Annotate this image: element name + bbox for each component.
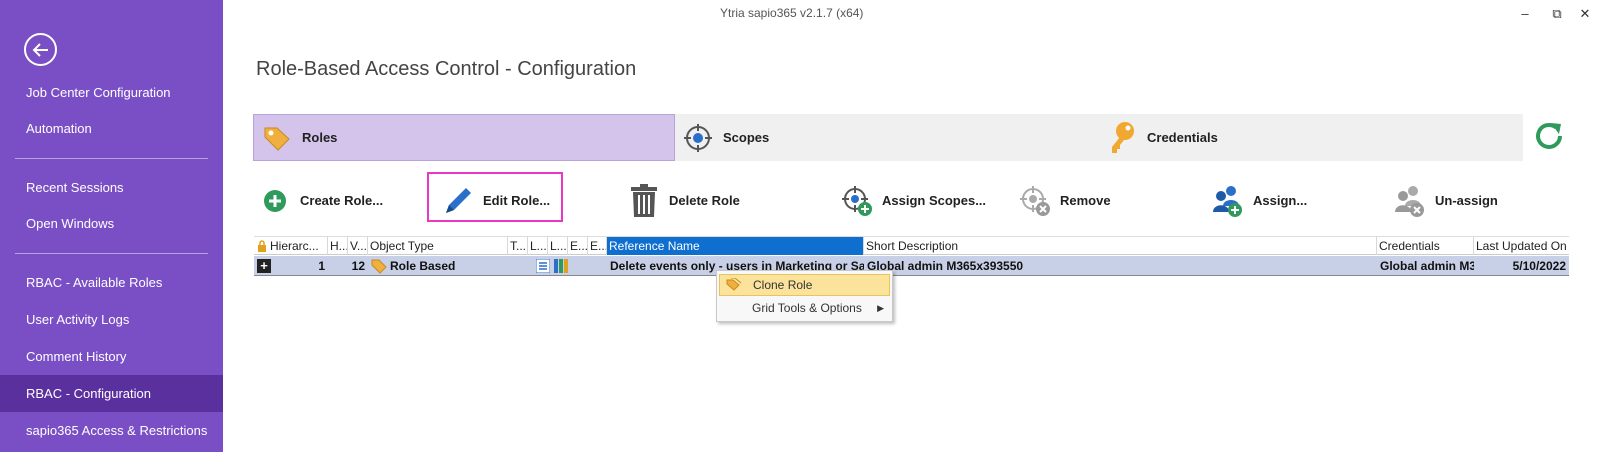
create-role-label: Create Role... [300, 193, 384, 208]
unassign-label: Un-assign [1435, 193, 1498, 208]
column-header-reference-name[interactable]: Reference Name [607, 237, 864, 255]
key-icon [1107, 121, 1137, 153]
restore-button[interactable]: ⧉ [1547, 4, 1567, 24]
window-title: Ytria sapio365 v2.1.7 (x64) [720, 6, 864, 20]
crosshair-remove-icon [1018, 184, 1052, 218]
sidebar-item-open-windows[interactable]: Open Windows [0, 205, 223, 242]
users-add-icon [1211, 184, 1245, 218]
edit-role-button[interactable]: Edit Role... [441, 178, 550, 223]
table-row[interactable]: + 1 12 Role Based Delete events only - u… [254, 256, 1569, 276]
pencil-icon [441, 184, 475, 218]
context-menu: Clone Role Grid Tools & Options ▶ [716, 270, 893, 322]
expand-button[interactable]: + [257, 259, 271, 273]
tag-icon [371, 258, 387, 277]
tab-label: Roles [302, 130, 338, 145]
cell-short-description: Global admin M365x393550 [867, 259, 1024, 273]
close-button[interactable]: ✕ [1575, 4, 1595, 24]
delete-role-label: Delete Role [669, 193, 740, 208]
assign-scopes-label: Assign Scopes... [882, 193, 987, 208]
remove-label: Remove [1060, 193, 1111, 208]
cell-credentials: Global admin M3 [1380, 259, 1474, 273]
assign-scopes-button[interactable]: Assign Scopes... [840, 178, 986, 223]
column-header-l1[interactable]: L... [528, 237, 548, 255]
column-header-short-description[interactable]: Short Description [864, 237, 1377, 255]
tab-label: Credentials [1147, 130, 1218, 145]
sidebar-item-comment-history[interactable]: Comment History [0, 338, 223, 375]
menu-item-clone-role[interactable]: Clone Role [719, 274, 890, 296]
sidebar-item-recent-sessions[interactable]: Recent Sessions [0, 169, 223, 206]
sidebar: Job Center Configuration Automation Rece… [0, 0, 223, 452]
plus-circle-icon [258, 184, 292, 218]
trash-icon [627, 183, 661, 218]
page-title: Role-Based Access Control - Configuratio… [256, 58, 637, 80]
cell-v: 12 [351, 259, 365, 273]
tab-credentials[interactable]: Credentials [1099, 114, 1523, 161]
column-header-last-updated[interactable]: Last Updated On [1474, 237, 1569, 255]
tag-icon [262, 123, 292, 153]
crosshair-add-icon [840, 184, 874, 218]
menu-item-label: Grid Tools & Options [752, 301, 862, 315]
edit-role-label: Edit Role... [483, 193, 551, 208]
cell-object-type: Role Based [390, 259, 456, 273]
delete-role-button[interactable]: Delete Role [627, 178, 740, 223]
column-header-e1[interactable]: E... [568, 237, 588, 255]
create-role-button[interactable]: Create Role... [258, 178, 383, 223]
tab-roles[interactable]: Roles [253, 114, 675, 161]
assign-label: Assign... [1253, 193, 1308, 208]
column-header-h[interactable]: H... [328, 237, 348, 255]
crosshair-icon [683, 123, 713, 153]
column-header-t[interactable]: T... [508, 237, 528, 255]
unassign-button[interactable]: Un-assign [1393, 178, 1498, 223]
column-header-l2[interactable]: L... [548, 237, 568, 255]
cell-last-updated: 5/10/2022 [1512, 259, 1566, 273]
cell-hierarchy: 1 [318, 259, 325, 273]
columns-icon [554, 259, 568, 276]
sidebar-item-automation[interactable]: Automation [0, 110, 223, 147]
tab-label: Scopes [723, 130, 770, 145]
tab-scopes[interactable]: Scopes [675, 114, 1099, 161]
assign-button[interactable]: Assign... [1211, 178, 1307, 223]
column-header-v[interactable]: V... [348, 237, 368, 255]
clone-icon [726, 277, 742, 298]
lock-icon [258, 240, 266, 252]
column-header-credentials[interactable]: Credentials [1377, 237, 1474, 255]
minimize-button[interactable]: – [1515, 4, 1535, 24]
menu-item-grid-tools[interactable]: Grid Tools & Options ▶ [719, 297, 890, 319]
arrow-left-icon [32, 43, 48, 57]
menu-item-label: Clone Role [753, 278, 813, 292]
sidebar-item-rbac-configuration[interactable]: RBAC - Configuration [0, 375, 223, 412]
sidebar-item-rbac-available-roles[interactable]: RBAC - Available Roles [0, 264, 223, 301]
sidebar-item-job-center[interactable]: Job Center Configuration [0, 74, 223, 111]
remove-button[interactable]: Remove [1018, 178, 1111, 223]
sidebar-divider [15, 158, 208, 159]
sidebar-divider [15, 253, 208, 254]
back-button[interactable] [24, 33, 57, 66]
refresh-icon[interactable] [1531, 118, 1569, 156]
users-remove-icon [1393, 184, 1427, 218]
grid-header: Hierarc... H... V... Object Type T... L.… [254, 236, 1569, 255]
column-header-object-type[interactable]: Object Type [368, 237, 508, 255]
sidebar-item-user-activity-logs[interactable]: User Activity Logs [0, 301, 223, 338]
column-header-e2[interactable]: E... [588, 237, 607, 255]
submenu-arrow-icon: ▶ [877, 303, 884, 313]
list-icon [535, 258, 551, 276]
sidebar-item-access-restrictions[interactable]: sapio365 Access & Restrictions [0, 412, 223, 449]
